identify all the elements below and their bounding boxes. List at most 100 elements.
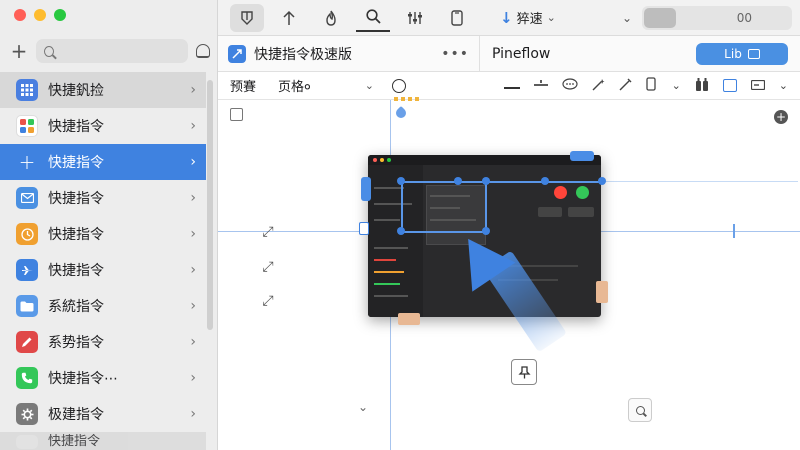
up-arrow-button[interactable]	[272, 4, 306, 32]
sidebar-item-label: 系統指令	[48, 299, 104, 315]
embedded-line	[430, 219, 476, 221]
chevron-right-icon: ›	[190, 298, 196, 314]
sidebar-search[interactable]	[36, 39, 188, 63]
guide-end-marker	[733, 224, 735, 238]
selection-edge	[401, 181, 403, 231]
minimize-window-button[interactable]	[34, 9, 46, 21]
sidebar-item-0[interactable]: 快捷釩捡 ›	[0, 72, 206, 108]
chevron-down-icon: ⌄	[546, 11, 556, 24]
flow-header: Pineflow Lib	[480, 36, 800, 72]
chevron-right-icon: ›	[190, 154, 196, 170]
canvas-tools: ⌄ ⌄	[503, 77, 788, 94]
resize-icon[interactable]: ⤢	[260, 293, 276, 309]
resize-tab-bottom[interactable]	[398, 313, 420, 325]
arrow-down-icon: ↓	[500, 8, 513, 27]
chevron-down-icon[interactable]: ⌄	[779, 79, 788, 92]
embedded-line	[374, 203, 412, 205]
chevron-right-icon: ›	[190, 118, 196, 134]
zoom-button[interactable]	[628, 398, 652, 422]
chevron-down-icon[interactable]: ⌄	[358, 400, 368, 414]
embedded-titlebar	[368, 155, 601, 165]
sidebar-item-3[interactable]: 快捷指令 ›	[0, 180, 206, 216]
sliders-button[interactable]	[398, 4, 432, 32]
sidebar-search-input[interactable]	[59, 44, 180, 58]
selection-handle[interactable]	[482, 177, 490, 185]
sidebar-item-4[interactable]: 快捷指令 ›	[0, 216, 206, 252]
add-circle-icon[interactable]: +	[774, 110, 788, 124]
embedded-line	[374, 219, 400, 221]
selection-edge	[485, 181, 487, 231]
sidebar-item-label: 快捷指令	[48, 155, 104, 171]
chevron-down-icon[interactable]: ⌄	[365, 79, 374, 92]
speed-label: 猝速	[516, 12, 543, 27]
document-header: 快捷指令极速版 •••	[218, 36, 480, 72]
sidebar-item-6[interactable]: 系統指令 ›	[0, 288, 206, 324]
sidebar-scrollbar[interactable]	[207, 80, 213, 330]
sidebar-item-10[interactable]: 快捷指令	[0, 432, 206, 450]
bell-icon[interactable]	[196, 44, 210, 58]
zoom-window-button[interactable]	[54, 9, 66, 21]
sidebar-item-label: 极建指令	[48, 407, 104, 423]
bottles-icon[interactable]	[695, 77, 709, 94]
line-tool-icon[interactable]	[503, 79, 520, 93]
sidebar-item-2[interactable]: + 快捷指令 ›	[0, 144, 206, 180]
sidebar-item-label: 快捷指令⋯	[48, 371, 118, 387]
secondary-toolbar: 预賽 页格० ⌄ ⌄ ⌄	[218, 72, 800, 100]
more-options-icon[interactable]: •••	[441, 46, 469, 62]
magic-wand-icon[interactable]	[592, 78, 605, 94]
chevron-down-icon[interactable]: ⌄	[622, 11, 632, 25]
pin-tool-button[interactable]	[511, 359, 537, 385]
selection-tab-left[interactable]	[361, 177, 371, 201]
selection-tab-top[interactable]	[570, 151, 594, 161]
selection-handle[interactable]	[541, 177, 549, 185]
flow-title: Pineflow	[492, 45, 551, 62]
speed-dropdown[interactable]: ↓ 猝速 ⌄	[500, 8, 556, 28]
library-button[interactable]: Lib	[696, 42, 788, 65]
close-window-button[interactable]	[14, 9, 26, 21]
anchor-marker-icon[interactable]	[393, 105, 409, 121]
resize-icon[interactable]: ⤢	[260, 224, 276, 240]
sidebar-item-1[interactable]: 快捷指令 ›	[0, 108, 206, 144]
canvas[interactable]: + ⤢ ⤢ ⤢ ⌄	[218, 97, 800, 450]
preset-label[interactable]: 预賽	[230, 76, 256, 95]
device-frame-icon[interactable]	[645, 77, 658, 94]
sidebar-item-8[interactable]: 快捷指令⋯ ›	[0, 360, 206, 396]
plane-icon	[16, 259, 38, 281]
panel-icon[interactable]	[750, 79, 765, 93]
sidebar-item-9[interactable]: 极建指令 ›	[0, 396, 206, 432]
selection-handle[interactable]	[397, 177, 405, 185]
toolbar-toggle[interactable]: 00	[642, 5, 792, 30]
selection-handle[interactable]	[397, 227, 405, 235]
window-layout-icon[interactable]	[722, 79, 737, 92]
library-icon	[747, 48, 760, 59]
search-button[interactable]	[356, 4, 390, 32]
frame-tool-icon[interactable]	[230, 108, 243, 121]
share-button[interactable]	[230, 3, 264, 32]
pencil-icon	[16, 331, 38, 353]
window-controls	[14, 9, 66, 21]
selection-handle[interactable]	[598, 177, 606, 185]
arrow-up-icon	[283, 10, 295, 25]
chevron-right-icon: ›	[190, 334, 196, 350]
add-icon[interactable]: +	[10, 41, 28, 61]
comment-icon[interactable]	[561, 77, 578, 94]
sidebar-item-7[interactable]: 系势指令 ›	[0, 324, 206, 360]
resize-tab-right[interactable]	[596, 281, 608, 303]
library-label: Lib	[724, 46, 742, 61]
wand-icon[interactable]	[619, 78, 632, 94]
selection-handle[interactable]	[454, 177, 462, 185]
align-tool-icon[interactable]	[533, 79, 548, 93]
chevron-down-icon[interactable]: ⌄	[672, 79, 681, 92]
phone-icon	[16, 367, 38, 389]
page-marker-icon[interactable]	[359, 222, 369, 235]
format-label[interactable]: 页格०	[278, 76, 311, 95]
chevron-right-icon: ›	[190, 370, 196, 386]
circle-tool-icon[interactable]	[392, 78, 406, 93]
device-button[interactable]	[440, 4, 474, 32]
top-toolbar: ↓ 猝速 ⌄ ⌄ 00	[218, 0, 800, 36]
sidebar-item-5[interactable]: 快捷指令 ›	[0, 252, 206, 288]
chevron-right-icon: ›	[190, 82, 196, 98]
resize-icon[interactable]: ⤢	[260, 259, 276, 275]
sidebar-item-label: 快捷釩捡	[48, 83, 104, 99]
flame-button[interactable]	[314, 4, 348, 32]
